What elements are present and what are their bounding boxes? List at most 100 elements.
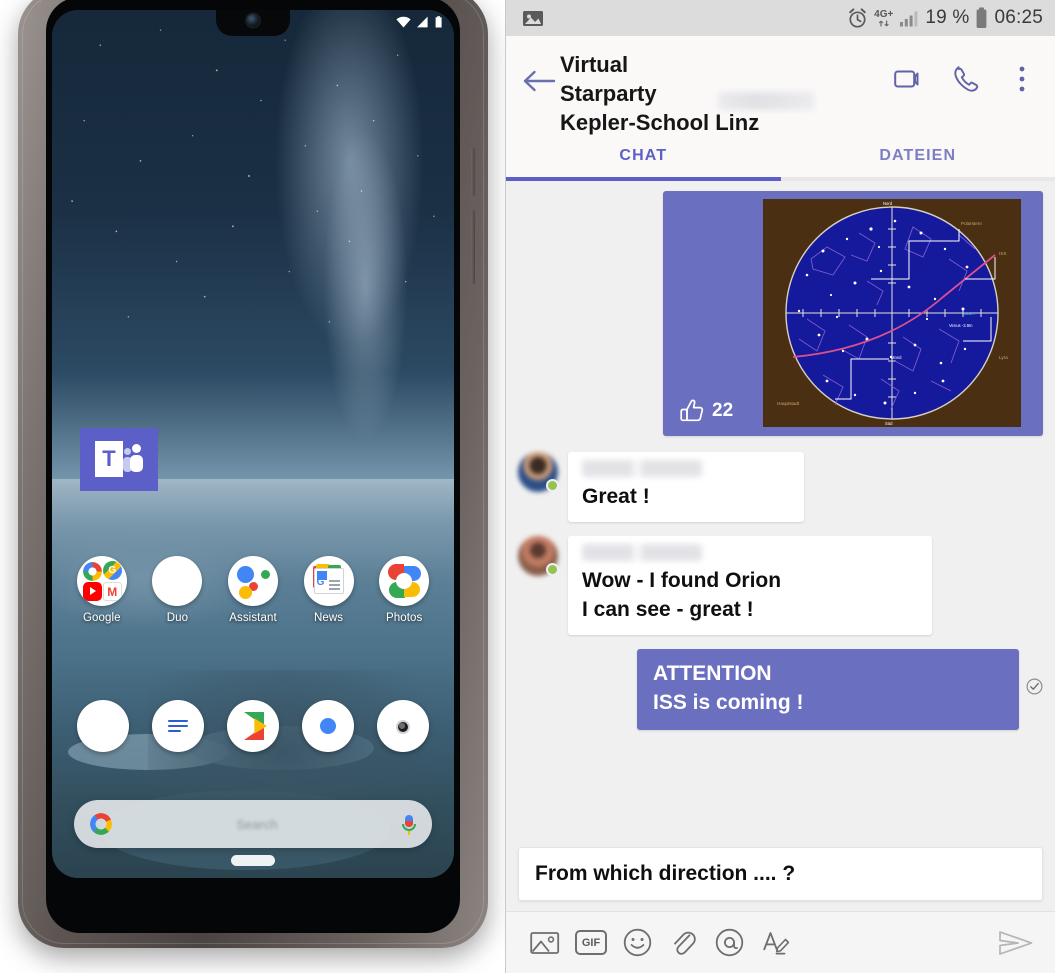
message-thread[interactable]: Polarstern Hauptstadt Lyra ISS Nord Süd … (506, 181, 1055, 847)
star-chart-image[interactable]: Polarstern Hauptstadt Lyra ISS Nord Süd … (763, 199, 1021, 428)
sent-check-icon (1026, 678, 1043, 700)
signal-bars-icon (900, 11, 918, 26)
teams-app-pane: 4G+ 19 % 06:25 Virtual Starparty Kepler-… (505, 0, 1055, 973)
attachment-button[interactable] (660, 920, 706, 966)
data-arrows-icon (878, 20, 889, 26)
more-options-button[interactable] (1005, 62, 1039, 96)
dock-app-camera[interactable] (372, 700, 434, 752)
clock-label: 06:25 (994, 7, 1043, 28)
message-input[interactable]: From which direction .... ? (518, 847, 1043, 901)
emoji-button[interactable] (614, 920, 660, 966)
back-arrow-icon (523, 70, 556, 92)
teams-letter-box: T (95, 440, 123, 477)
thumbs-up-icon (680, 399, 704, 422)
network-type-indicator: 4G+ (874, 9, 893, 27)
app-google-folder[interactable]: Google (71, 556, 133, 624)
message-bubble[interactable]: Great ! (568, 452, 804, 523)
image-icon (523, 10, 543, 26)
chrome-icon (301, 700, 354, 752)
overflow-menu-icon (1019, 66, 1025, 92)
presence-indicator (546, 563, 559, 577)
app-duo[interactable]: Duo (146, 556, 208, 624)
alarm-clock-icon (849, 7, 866, 28)
android-statusbar: 4G+ 19 % 06:25 (506, 0, 1055, 36)
gif-icon: GIF (575, 930, 607, 955)
svg-text:Polarstern: Polarstern (961, 221, 982, 226)
video-call-button[interactable] (893, 62, 927, 96)
battery-percent-label: 19 % (925, 7, 970, 28)
video-camera-icon (894, 70, 919, 88)
format-text-button[interactable] (752, 920, 798, 966)
teams-logo: T (95, 440, 143, 479)
app-news[interactable]: G News (298, 556, 360, 624)
wifi-icon (396, 16, 411, 28)
assistant-icon (227, 556, 278, 606)
power-button[interactable] (471, 148, 475, 196)
send-arrow-icon (999, 930, 1033, 955)
image-message-bubble[interactable]: Polarstern Hauptstadt Lyra ISS Nord Süd … (663, 191, 1043, 437)
play-store-icon (226, 700, 279, 752)
message-input-value: From which direction .... ? (535, 862, 796, 885)
home-gesture-pill[interactable] (231, 855, 275, 866)
homescreen-dock (52, 700, 454, 752)
svg-text:Hauptstadt: Hauptstadt (777, 401, 800, 406)
smiley-icon (623, 928, 651, 957)
message-row-incoming-2: Wow - I found Orion I can see - great ! (518, 536, 1043, 635)
presence-indicator (546, 479, 559, 493)
dock-app-phone[interactable] (72, 700, 134, 752)
blurred-overlay-text (718, 92, 814, 110)
message-bubble[interactable]: Wow - I found Orion I can see - great ! (568, 536, 932, 635)
outgoing-message-bubble[interactable]: ATTENTION ISS is coming ! (637, 649, 1019, 730)
battery-icon (435, 16, 442, 28)
messages-icon (152, 700, 205, 752)
phone-homescreen[interactable]: T Google (52, 10, 454, 878)
image-icon (530, 931, 560, 954)
app-assistant[interactable]: Assistant (222, 556, 284, 624)
sender-name-redacted (582, 460, 702, 478)
app-photos[interactable]: Photos (373, 556, 435, 624)
google-search-bar[interactable]: Search (74, 800, 432, 848)
waterdrop-notch (216, 10, 290, 36)
search-placeholder: Search (236, 816, 278, 832)
chat-header-actions (893, 62, 1043, 96)
volume-button[interactable] (471, 210, 475, 284)
tab-dateien[interactable]: DATEIEN (781, 137, 1055, 177)
dock-app-play-store[interactable] (222, 700, 284, 752)
phone-device: T Google (18, 0, 488, 948)
app-label: News (314, 612, 344, 624)
teams-app-icon[interactable]: T (80, 428, 158, 491)
app-label: Photos (385, 612, 423, 624)
paperclip-icon (674, 931, 696, 955)
notch-area (52, 10, 454, 40)
chat-header: Virtual Starparty Kepler-School Linz CHA… (506, 36, 1055, 182)
google-g-icon (90, 813, 112, 835)
tab-chat[interactable]: CHAT (506, 137, 781, 177)
photos-icon (379, 556, 430, 606)
app-label: Google (82, 612, 121, 624)
phone-photo-pane: T Google (0, 0, 505, 973)
sender-name-redacted (582, 544, 702, 562)
reaction-badge[interactable]: 22 (679, 398, 733, 424)
back-button[interactable] (518, 60, 560, 102)
message-text: ATTENTION ISS is coming ! (653, 662, 804, 715)
gif-button[interactable]: GIF (568, 920, 614, 966)
avatar[interactable] (518, 452, 559, 493)
chat-header-top: Virtual Starparty Kepler-School Linz (506, 36, 1055, 137)
send-button[interactable] (993, 920, 1039, 966)
message-text: Great ! (582, 485, 650, 509)
audio-call-button[interactable] (949, 62, 983, 96)
message-row-outgoing: ATTENTION ISS is coming ! (518, 649, 1043, 730)
phone-screen-bezel: T Google (46, 0, 460, 933)
dock-app-messages[interactable] (147, 700, 209, 752)
avatar[interactable] (518, 536, 559, 577)
battery-icon (977, 7, 987, 28)
format-text-icon (763, 931, 790, 954)
mention-button[interactable] (706, 920, 752, 966)
microphone-icon[interactable] (402, 813, 416, 835)
phone-icon (77, 700, 130, 752)
teams-people-glyph (123, 443, 143, 474)
attach-image-button[interactable] (522, 920, 568, 966)
dock-app-chrome[interactable] (297, 700, 359, 752)
camera-icon (376, 700, 429, 752)
reaction-count: 22 (712, 400, 734, 422)
